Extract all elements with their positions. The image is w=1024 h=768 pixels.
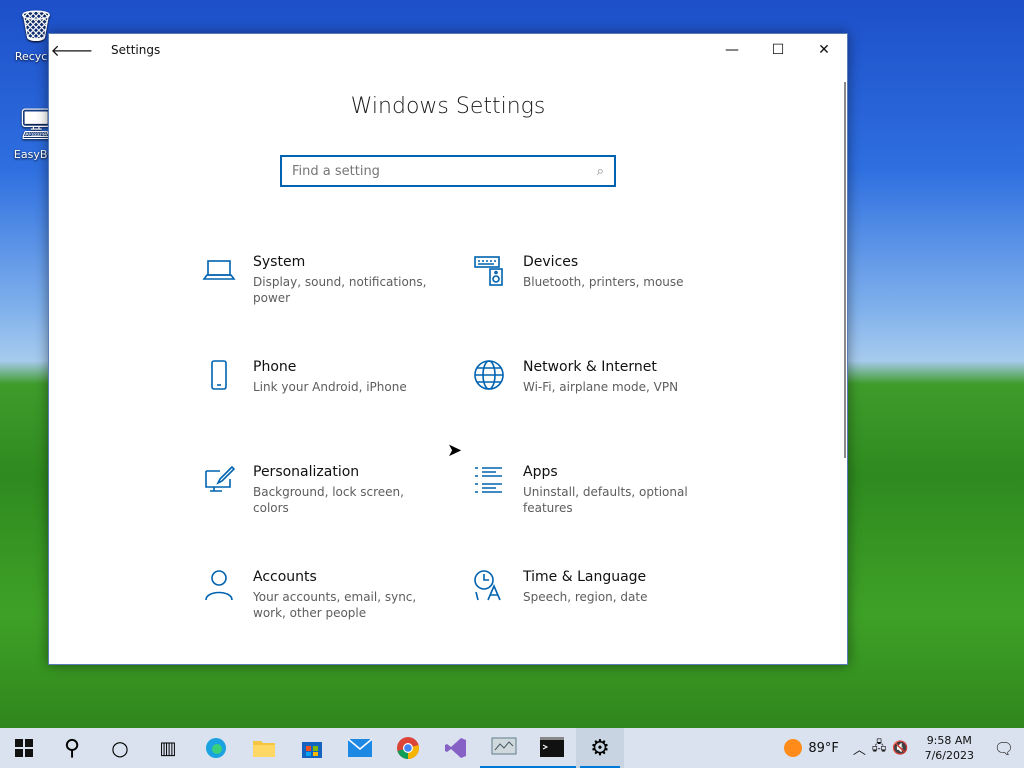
windows-logo-icon — [15, 739, 33, 757]
folder-icon — [253, 741, 275, 757]
category-description: Your accounts, email, sync, work, other … — [253, 590, 417, 620]
taskbar-settings[interactable]: ⚙ — [576, 728, 624, 768]
search-icon: ⌕ — [596, 163, 604, 179]
visual-studio-icon — [445, 738, 466, 758]
taskbar-store[interactable] — [288, 728, 336, 768]
weather-temp: 89°F — [808, 740, 839, 756]
task-view-icon: ▥ — [159, 737, 177, 759]
taskbar-chrome[interactable] — [384, 728, 432, 768]
window-title: Settings — [111, 43, 161, 57]
mouse-cursor-icon: ➤ — [447, 440, 463, 461]
notification-icon: 🗨 — [993, 738, 1015, 758]
category-accounts[interactable]: Accounts Your accounts, email, sync, wor… — [199, 565, 469, 664]
taskbar-command-prompt[interactable] — [528, 728, 576, 768]
category-personalization[interactable]: Personalization Background, lock screen,… — [199, 460, 469, 565]
volume-muted-icon[interactable]: 🔇 — [892, 741, 908, 756]
chrome-icon — [397, 737, 419, 759]
search-icon: ⚲ — [63, 735, 81, 761]
system-tray: 89°F ︿ 🖧 🔇 9:58 AM 7/6/2023 🗨 — [784, 728, 1024, 768]
category-title: Devices — [523, 254, 579, 270]
person-icon — [199, 565, 239, 605]
category-title: Accounts — [253, 569, 317, 585]
phone-icon — [199, 355, 239, 395]
page-title: Windows Settings — [350, 94, 546, 119]
laptop-icon — [199, 250, 239, 290]
category-title: Apps — [523, 464, 558, 480]
taskbar-search-button[interactable]: ⚲ — [48, 728, 96, 768]
keyboard-speaker-icon — [469, 250, 509, 290]
maximize-icon: ☐ — [771, 42, 785, 58]
close-button[interactable]: ✕ — [801, 34, 847, 66]
gear-icon: ⚙ — [590, 735, 610, 761]
store-bag-icon — [302, 742, 322, 758]
title-bar: 🡐 Settings — ☐ ✕ — [49, 34, 847, 66]
category-title: Time & Language — [523, 569, 647, 585]
maximize-button[interactable]: ☐ — [755, 34, 801, 66]
category-description: Link your Android, iPhone — [253, 380, 407, 394]
scrollbar[interactable] — [844, 82, 846, 458]
edge-icon — [206, 738, 226, 758]
settings-window: 🡐 Settings — ☐ ✕ Windows Settings ⌕ Syst… — [48, 33, 848, 665]
notification-center-button[interactable]: 🗨 — [984, 728, 1024, 768]
arrow-left-icon: 🡐 — [50, 41, 94, 60]
category-title: Personalization — [253, 464, 360, 480]
category-description: Bluetooth, printers, mouse — [523, 275, 684, 289]
taskbar-edge[interactable] — [192, 728, 240, 768]
chevron-up-icon[interactable]: ︿ — [853, 739, 866, 758]
taskbar: ⚲ ○ ▥ ⚙ 89°F ︿ 🖧 🔇 9:58 AM 7/6/2023 🗨 — [0, 728, 1024, 768]
network-icon[interactable]: 🖧 — [872, 737, 887, 759]
apps-list-icon — [469, 460, 509, 500]
category-apps[interactable]: Apps Uninstall, defaults, optional featu… — [469, 460, 739, 565]
cortana-button[interactable]: ○ — [96, 728, 144, 768]
taskbar-app-monitor[interactable] — [480, 728, 528, 768]
close-icon: ✕ — [818, 42, 830, 58]
category-description: Background, lock screen, colors — [253, 485, 404, 515]
clock-time: 9:58 AM — [926, 734, 972, 747]
sun-icon — [784, 739, 803, 757]
window-controls: — ☐ ✕ — [709, 34, 847, 66]
taskbar-file-explorer[interactable] — [240, 728, 288, 768]
category-description: Wi-Fi, airplane mode, VPN — [523, 380, 679, 394]
cortana-circle-icon: ○ — [111, 736, 129, 760]
mail-icon — [347, 738, 373, 757]
time-language-icon — [469, 565, 509, 605]
weather-widget[interactable]: 89°F — [784, 739, 839, 757]
minimize-button[interactable]: — — [709, 34, 755, 66]
taskbar-mail[interactable] — [336, 728, 384, 768]
terminal-icon — [540, 737, 564, 757]
search-input[interactable] — [292, 163, 597, 179]
category-title: Network & Internet — [523, 359, 657, 375]
search-box[interactable]: ⌕ — [280, 155, 616, 187]
category-system[interactable]: System Display, sound, notifications, po… — [199, 250, 469, 355]
back-button[interactable]: 🡐 — [49, 34, 95, 66]
category-phone[interactable]: Phone Link your Android, iPhone — [199, 355, 469, 460]
category-description: Uninstall, defaults, optional features — [523, 485, 688, 515]
category-title: Phone — [253, 359, 297, 375]
category-title: System — [253, 254, 306, 270]
globe-icon — [469, 355, 509, 395]
settings-categories: System Display, sound, notifications, po… — [199, 250, 739, 664]
clock-date: 7/6/2023 — [924, 749, 974, 762]
category-devices[interactable]: Devices Bluetooth, printers, mouse — [469, 250, 739, 355]
category-description: Speech, region, date — [523, 590, 648, 604]
category-network[interactable]: Network & Internet Wi-Fi, airplane mode,… — [469, 355, 739, 460]
category-description: Display, sound, notifications, power — [253, 275, 427, 305]
clock[interactable]: 9:58 AM 7/6/2023 — [925, 733, 974, 763]
task-view-button[interactable]: ▥ — [144, 728, 192, 768]
paint-monitor-icon — [199, 460, 239, 500]
start-button[interactable] — [0, 728, 48, 768]
category-time-language[interactable]: Time & Language Speech, region, date — [469, 565, 739, 664]
monitor-app-icon — [491, 737, 517, 755]
taskbar-visual-studio[interactable] — [432, 728, 480, 768]
minimize-icon: — — [725, 42, 739, 58]
